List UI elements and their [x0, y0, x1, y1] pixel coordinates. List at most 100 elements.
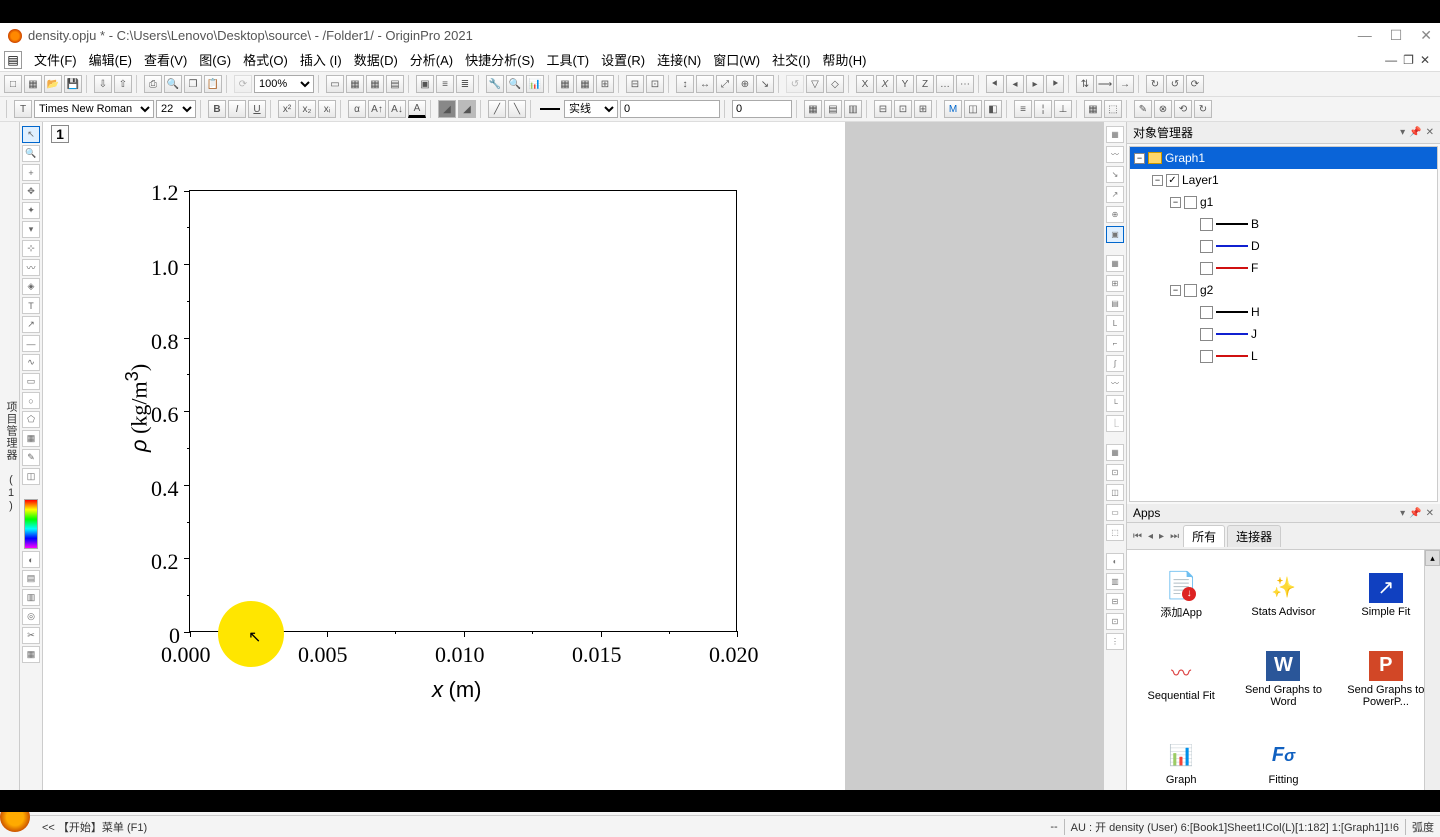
tb2-btn-1[interactable]: ▦: [804, 100, 822, 118]
greek-button[interactable]: α: [348, 100, 366, 118]
apps-nav-next[interactable]: ▸: [1157, 531, 1166, 542]
tb1-btn-4[interactable]: ▤: [386, 75, 404, 93]
om-close-icon[interactable]: ✕: [1426, 127, 1434, 138]
draw-data-tool[interactable]: 〰: [22, 259, 40, 276]
freehand-tool[interactable]: ✎: [22, 449, 40, 466]
tree-plot-F[interactable]: F: [1130, 257, 1437, 279]
rtool-9[interactable]: ▤: [1106, 295, 1124, 312]
menu-quick[interactable]: 快捷分析(S): [459, 48, 540, 71]
layer-checkbox[interactable]: ✓: [1166, 174, 1179, 187]
menu-graph[interactable]: 图(G): [193, 48, 237, 71]
apps-dropdown-icon[interactable]: ▾: [1400, 508, 1405, 519]
open-button[interactable]: 📂: [44, 75, 62, 93]
rtool-18[interactable]: ◫: [1106, 484, 1124, 501]
plot-checkbox[interactable]: [1200, 328, 1213, 341]
color-palette-icon[interactable]: [24, 499, 38, 549]
tree-toggle-icon[interactable]: −: [1152, 175, 1163, 186]
line-color2-button[interactable]: ╲: [508, 100, 526, 118]
rtool-3[interactable]: ↘: [1106, 166, 1124, 183]
region-tool[interactable]: ⊹: [22, 240, 40, 257]
tb1-btn-32[interactable]: ▸: [1026, 75, 1044, 93]
tb2-btn-13[interactable]: ▦: [1084, 100, 1102, 118]
circle-tool[interactable]: ○: [22, 392, 40, 409]
mdi-minimize-button[interactable]: —: [1385, 53, 1397, 67]
line-width-input[interactable]: [620, 100, 720, 118]
rtool-10[interactable]: L: [1106, 315, 1124, 332]
plot-frame[interactable]: [189, 190, 737, 632]
polygon-tool[interactable]: ⬠: [22, 411, 40, 428]
tb1-btn-11[interactable]: ▦: [556, 75, 574, 93]
tb1-btn-2[interactable]: ▦: [346, 75, 364, 93]
tree-toggle-icon[interactable]: −: [1170, 285, 1181, 296]
menu-help[interactable]: 帮助(H): [816, 48, 872, 71]
app-simple-fit[interactable]: ↗ Simple Fit: [1336, 554, 1436, 636]
rtool-1[interactable]: ▦: [1106, 126, 1124, 143]
superscript-button[interactable]: x²: [278, 100, 296, 118]
app-send-ppt[interactable]: P Send Graphs to PowerP...: [1336, 638, 1436, 720]
group-checkbox[interactable]: [1184, 196, 1197, 209]
tb2-btn-9[interactable]: ◧: [984, 100, 1002, 118]
italic-button[interactable]: I: [228, 100, 246, 118]
print-preview-button[interactable]: 🔍: [164, 75, 182, 93]
tb1-btn-38[interactable]: ↺: [1166, 75, 1184, 93]
app-send-word[interactable]: W Send Graphs to Word: [1233, 638, 1333, 720]
tree-root[interactable]: − Graph1: [1130, 147, 1437, 169]
scroll-up-icon[interactable]: ▴: [1425, 550, 1440, 566]
tree-plot-B[interactable]: B: [1130, 213, 1437, 235]
graph-canvas[interactable]: 1: [43, 122, 1103, 790]
tree-layer[interactable]: − ✓ Layer1: [1130, 169, 1437, 191]
tb1-btn-10[interactable]: 📊: [526, 75, 544, 93]
recalc-button[interactable]: ⟳: [234, 75, 252, 93]
tb2-btn-4[interactable]: ⊟: [874, 100, 892, 118]
menu-settings[interactable]: 设置(R): [595, 48, 651, 71]
tb1-btn-6[interactable]: ≡: [436, 75, 454, 93]
tb1-btn-15[interactable]: ⊡: [646, 75, 664, 93]
rtool-2[interactable]: 〰: [1106, 146, 1124, 163]
tb1-btn-5[interactable]: ▣: [416, 75, 434, 93]
menu-file[interactable]: 文件(F): [28, 48, 83, 71]
tb1-btn-36[interactable]: →: [1116, 75, 1134, 93]
menu-window[interactable]: 窗口(W): [707, 48, 766, 71]
pointer-tool[interactable]: ↖: [22, 126, 40, 143]
print-button[interactable]: ⎙: [144, 75, 162, 93]
message-log-tab[interactable]: 消息日志: [0, 429, 2, 485]
menu-view[interactable]: 查看(V): [138, 48, 193, 71]
text-tool[interactable]: T: [22, 297, 40, 314]
plot-checkbox[interactable]: [1200, 350, 1213, 363]
line-tool[interactable]: —: [22, 335, 40, 352]
tree-group-g1[interactable]: − g1: [1130, 191, 1437, 213]
tb2-btn-10[interactable]: ≡: [1014, 100, 1032, 118]
bold-button[interactable]: B: [208, 100, 226, 118]
zoom-select[interactable]: 100%: [254, 75, 314, 93]
apps-close-icon[interactable]: ✕: [1426, 508, 1434, 519]
menu-tools[interactable]: 工具(T): [540, 48, 595, 71]
tb1-btn-34[interactable]: ⇅: [1076, 75, 1094, 93]
tree-plot-H[interactable]: H: [1130, 301, 1437, 323]
project-explorer-tab[interactable]: 项目管理器 (1): [3, 397, 19, 517]
apps-scrollbar[interactable]: ▴ ▾: [1424, 550, 1440, 808]
increase-font-button[interactable]: A↑: [368, 100, 386, 118]
reader-tool[interactable]: +: [22, 164, 40, 181]
rtool-19[interactable]: ▭: [1106, 504, 1124, 521]
color-tool-1[interactable]: ◐: [22, 551, 40, 568]
region-tool2[interactable]: ▦: [22, 430, 40, 447]
x-axis-label[interactable]: x (m): [432, 677, 481, 703]
rtool-17[interactable]: ⊡: [1106, 464, 1124, 481]
tb1-btn-14[interactable]: ⊟: [626, 75, 644, 93]
menu-connect[interactable]: 连接(N): [651, 48, 707, 71]
tb2-btn-12[interactable]: ⊥: [1054, 100, 1072, 118]
font-size-select[interactable]: 22: [156, 100, 196, 118]
tb1-btn-19[interactable]: ⊕: [736, 75, 754, 93]
mdi-restore-button[interactable]: ❐: [1403, 53, 1414, 67]
tb2-btn-6[interactable]: ⊞: [914, 100, 932, 118]
rtool-20[interactable]: ⬚: [1106, 524, 1124, 541]
tb1-btn-13[interactable]: ⊞: [596, 75, 614, 93]
font-color-button[interactable]: A: [408, 100, 426, 118]
tb1-btn-9[interactable]: 🔍: [506, 75, 524, 93]
tree-plot-D[interactable]: D: [1130, 235, 1437, 257]
tree-plot-L[interactable]: L: [1130, 345, 1437, 367]
rtool-13[interactable]: 〰: [1106, 375, 1124, 392]
tb1-btn-8[interactable]: 🔧: [486, 75, 504, 93]
rtool-4[interactable]: ↗: [1106, 186, 1124, 203]
tb2-btn-18[interactable]: ↻: [1194, 100, 1212, 118]
